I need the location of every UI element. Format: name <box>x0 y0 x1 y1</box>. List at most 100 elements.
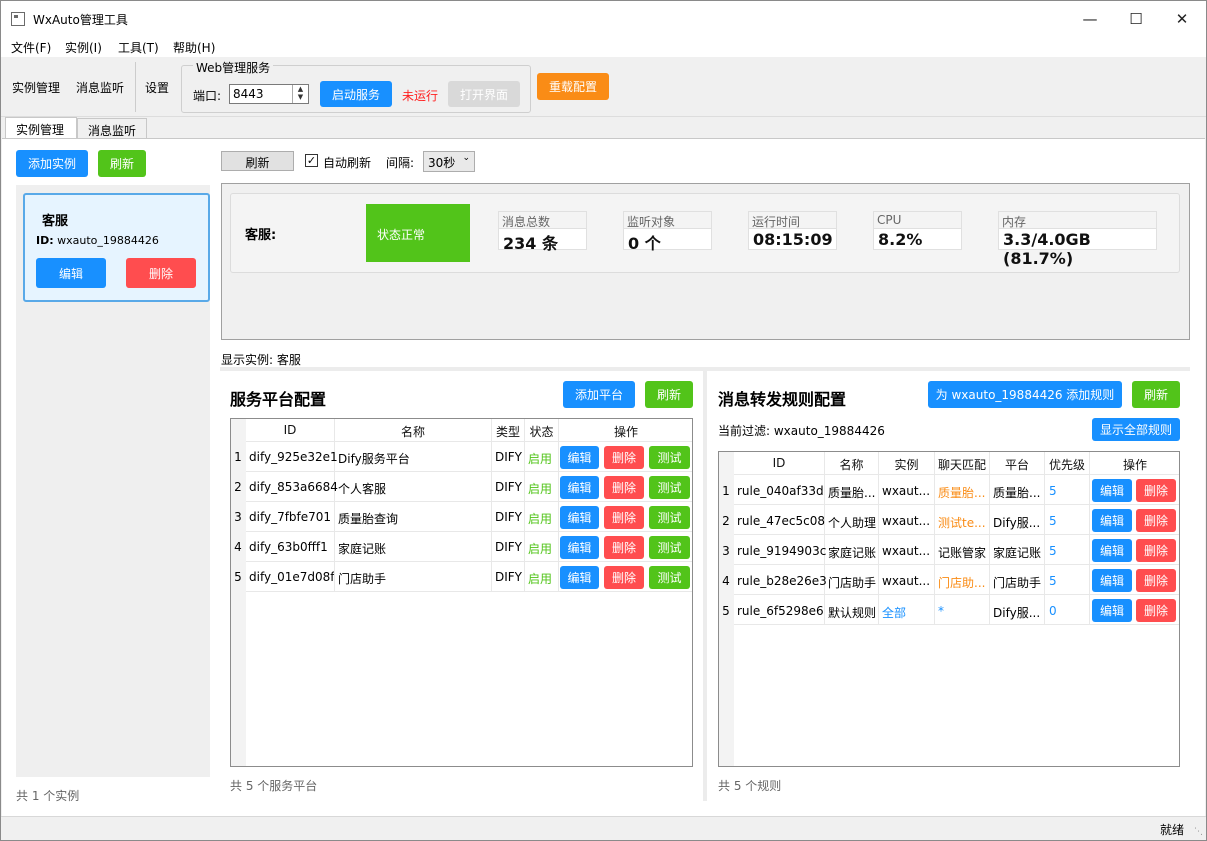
tab-msg-monitor[interactable]: 消息监听 <box>77 118 147 139</box>
rule-instance: wxaut... <box>882 544 931 558</box>
rule-match: 门店助... <box>938 576 986 590</box>
column-header[interactable]: ID <box>246 423 334 437</box>
toolbar-instance-mgmt[interactable]: 实例管理 <box>12 79 60 96</box>
platform-edit-button[interactable]: 编辑 <box>560 506 599 529</box>
metric-value: 08:15:09 <box>748 228 837 250</box>
reload-config-button[interactable]: 重载配置 <box>537 73 609 100</box>
instance-delete-button[interactable]: 删除 <box>126 258 196 288</box>
rule-edit-button[interactable]: 编辑 <box>1092 479 1132 502</box>
window-title: WxAuto管理工具 <box>33 13 128 27</box>
column-header[interactable]: 名称 <box>825 456 878 473</box>
platform-test-button[interactable]: 测试 <box>649 566 690 589</box>
metric-value: 3.3/4.0GB (81.7%) <box>998 228 1157 268</box>
column-header[interactable]: 实例 <box>879 456 934 473</box>
metric-label: 运行时间 <box>748 211 837 229</box>
add-rule-button[interactable]: 为 wxauto_19884426 添加规则 <box>928 381 1122 408</box>
platform-test-button[interactable]: 测试 <box>649 446 690 469</box>
toolbar-settings[interactable]: 设置 <box>145 79 169 96</box>
minimize-icon[interactable]: — <box>1067 1 1113 37</box>
platform-delete-button[interactable]: 删除 <box>604 476 644 499</box>
toolbar-separator <box>135 62 136 112</box>
column-header[interactable]: 类型 <box>492 423 524 440</box>
platforms-refresh-button[interactable]: 刷新 <box>645 381 693 408</box>
instance-card[interactable]: 客服 ID: wxauto_19884426 编辑 删除 <box>23 193 210 302</box>
rule-priority: 5 <box>1049 574 1057 588</box>
menu-help[interactable]: 帮助(H) <box>173 39 215 56</box>
rule-name: 质量胎... <box>828 486 876 500</box>
platform-delete-button[interactable]: 删除 <box>604 536 644 559</box>
start-service-button[interactable]: 启动服务 <box>320 81 392 107</box>
platform-edit-button[interactable]: 编辑 <box>560 476 599 499</box>
rule-delete-button[interactable]: 删除 <box>1136 539 1176 562</box>
platform-name: 个人客服 <box>338 482 387 496</box>
column-header[interactable]: 平台 <box>990 456 1044 473</box>
metric-label: 监听对象 <box>623 211 712 229</box>
tab-instance-mgmt[interactable]: 实例管理 <box>5 117 77 139</box>
column-header[interactable]: 优先级 <box>1045 456 1089 473</box>
rule-platform: 质量胎... <box>993 486 1041 500</box>
row-number: 1 <box>722 484 730 498</box>
platform-test-button[interactable]: 测试 <box>649 536 690 559</box>
platform-name: 质量胎查询 <box>338 512 399 526</box>
platform-test-button[interactable]: 测试 <box>649 476 690 499</box>
column-header[interactable]: 聊天匹配 <box>935 456 989 473</box>
interval-select[interactable]: 30秒 ⌄ <box>423 151 475 172</box>
status-bar-text: 就绪 <box>1159 823 1184 837</box>
metric-cpu: CPU 8.2% <box>873 211 962 250</box>
platform-edit-button[interactable]: 编辑 <box>560 566 599 589</box>
close-icon[interactable]: ✕ <box>1159 1 1205 37</box>
instance-edit-button[interactable]: 编辑 <box>36 258 106 288</box>
spin-arrows-icon[interactable]: ▲ ▼ <box>292 85 308 103</box>
column-header[interactable]: 操作 <box>559 423 693 440</box>
rule-delete-button[interactable]: 删除 <box>1136 509 1176 532</box>
platform-edit-button[interactable]: 编辑 <box>560 536 599 559</box>
platform-test-button[interactable]: 测试 <box>649 506 690 529</box>
column-header[interactable]: 操作 <box>1090 456 1180 473</box>
rule-priority: 5 <box>1049 544 1057 558</box>
splitter-vertical[interactable] <box>703 371 707 801</box>
platform-edit-button[interactable]: 编辑 <box>560 446 599 469</box>
show-all-rules-button[interactable]: 显示全部规则 <box>1092 418 1180 441</box>
rule-match: 质量胎... <box>938 486 986 500</box>
status-bar: 就绪 ⋱ <box>1 816 1206 840</box>
rule-id: rule_47ec5c08 <box>737 514 826 528</box>
platform-delete-button[interactable]: 删除 <box>604 506 644 529</box>
row-number: 5 <box>722 604 730 618</box>
open-ui-button[interactable]: 打开界面 <box>448 81 520 107</box>
rule-edit-button[interactable]: 编辑 <box>1092 569 1132 592</box>
platform-count: 共 5 个服务平台 <box>230 779 318 793</box>
rule-platform: 家庭记账 <box>993 546 1042 560</box>
resize-grip-icon[interactable]: ⋱ <box>1194 827 1203 837</box>
rule-platform: Dify服... <box>993 516 1041 530</box>
rule-edit-button[interactable]: 编辑 <box>1092 599 1132 622</box>
column-header[interactable]: ID <box>734 456 824 470</box>
add-platform-button[interactable]: 添加平台 <box>563 381 635 408</box>
toolbar-msg-monitor[interactable]: 消息监听 <box>76 79 124 96</box>
platform-delete-button[interactable]: 删除 <box>604 446 644 469</box>
rules-refresh-button[interactable]: 刷新 <box>1132 381 1180 408</box>
platform-state: 启用 <box>528 512 553 526</box>
rule-edit-button[interactable]: 编辑 <box>1092 509 1132 532</box>
rule-delete-button[interactable]: 删除 <box>1136 599 1176 622</box>
platform-delete-button[interactable]: 删除 <box>604 566 644 589</box>
rule-delete-button[interactable]: 删除 <box>1136 569 1176 592</box>
rule-platform: 门店助手 <box>993 576 1042 590</box>
menu-instance[interactable]: 实例(I) <box>65 39 102 56</box>
status-refresh-button[interactable]: 刷新 <box>221 151 294 171</box>
column-header[interactable]: 状态 <box>525 423 558 440</box>
app-icon <box>11 12 25 26</box>
column-header[interactable]: 名称 <box>335 423 491 440</box>
auto-refresh-checkbox[interactable]: ✓ <box>305 154 318 167</box>
add-instance-button[interactable]: 添加实例 <box>16 150 88 177</box>
showing-instance: 显示实例: 客服 <box>221 353 301 367</box>
rule-count: 共 5 个规则 <box>718 779 782 793</box>
rule-delete-button[interactable]: 删除 <box>1136 479 1176 502</box>
maximize-icon[interactable]: ☐ <box>1113 1 1159 37</box>
left-refresh-button[interactable]: 刷新 <box>98 150 146 177</box>
menu-file[interactable]: 文件(F) <box>11 39 51 56</box>
platform-id: dify_925e32e1 <box>249 450 338 464</box>
rule-edit-button[interactable]: 编辑 <box>1092 539 1132 562</box>
rule-instance: 全部 <box>882 606 907 620</box>
menu-tools[interactable]: 工具(T) <box>118 39 159 56</box>
metric-value: 234 条 <box>498 228 587 253</box>
